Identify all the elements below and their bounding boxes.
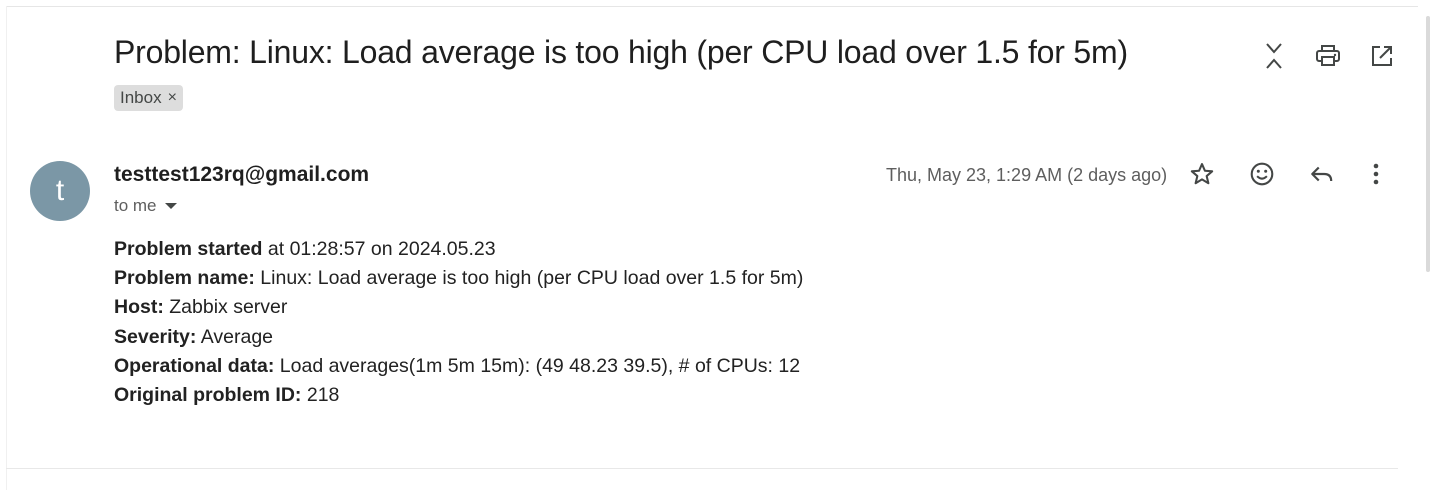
- sender-email[interactable]: testtest123rq@gmail.com: [114, 163, 369, 187]
- open-in-new-window-button[interactable]: [1364, 40, 1400, 72]
- more-vert-icon: [1373, 163, 1379, 185]
- body-field-label: Problem name:: [114, 267, 255, 290]
- scrollbar-thumb[interactable]: [1426, 16, 1430, 272]
- body-line-operational-data: Operational data: Load averages(1m 5m 15…: [114, 352, 803, 381]
- body-field-value: Average: [196, 325, 274, 348]
- recipient-label: to me: [114, 196, 157, 215]
- message-body: Problem started at 01:28:57 on 2024.05.2…: [114, 235, 803, 410]
- recipient-details-toggle[interactable]: to me: [114, 196, 177, 216]
- star-button[interactable]: [1184, 158, 1220, 190]
- body-line-problem-name: Problem name: Linux: Load average is too…: [114, 264, 803, 293]
- remove-label-icon[interactable]: ×: [168, 89, 177, 107]
- body-field-label: Problem started: [114, 238, 263, 260]
- more-options-button[interactable]: [1364, 158, 1388, 190]
- collapse-all-icon: [1266, 43, 1282, 69]
- chevron-down-icon: [164, 203, 177, 209]
- body-line-original-problem-id: Original problem ID: 218: [114, 381, 803, 410]
- print-icon: [1316, 45, 1340, 66]
- body-field-label: Severity:: [114, 325, 197, 348]
- reply-button[interactable]: [1304, 158, 1340, 190]
- message-date: Thu, May 23, 1:29 AM (2 days ago): [886, 165, 1168, 185]
- body-field-label: Original problem ID:: [114, 384, 302, 407]
- body-line-severity: Severity: Average: [114, 323, 803, 352]
- collapse-all-button[interactable]: [1256, 40, 1292, 72]
- bottom-divider: [6, 468, 1398, 469]
- top-divider: [6, 6, 1418, 7]
- email-subject: Problem: Linux: Load average is too high…: [114, 34, 1128, 70]
- thread-toolbar: [1256, 40, 1400, 72]
- star-icon: [1190, 163, 1214, 185]
- avatar[interactable]: t: [30, 161, 90, 221]
- message-actions: [1184, 158, 1388, 190]
- left-divider: [6, 6, 7, 490]
- add-reaction-button[interactable]: [1244, 158, 1280, 190]
- body-field-value: 218: [301, 384, 340, 407]
- email-view: Problem: Linux: Load average is too high…: [0, 0, 1432, 490]
- reply-icon: [1311, 166, 1333, 182]
- body-field-value: at 01:28:57 on 2024.05.23: [262, 238, 496, 260]
- print-button[interactable]: [1310, 40, 1346, 72]
- body-line-problem-started: Problem started at 01:28:57 on 2024.05.2…: [114, 235, 803, 264]
- body-field-value: Load averages(1m 5m 15m): (49 48.23 39.5…: [274, 354, 801, 377]
- label-chip-text: Inbox: [120, 88, 162, 107]
- scrollbar[interactable]: [1424, 6, 1432, 490]
- emoji-reaction-icon: [1250, 162, 1274, 186]
- body-field-value: Zabbix server: [163, 296, 288, 319]
- body-line-host: Host: Zabbix server: [114, 293, 803, 322]
- body-field-label: Operational data:: [114, 354, 275, 377]
- open-in-new-window-icon: [1372, 46, 1392, 66]
- label-chip-inbox[interactable]: Inbox ×: [114, 85, 183, 111]
- body-field-value: Linux: Load average is too high (per CPU…: [254, 267, 804, 290]
- body-field-label: Host:: [114, 296, 164, 319]
